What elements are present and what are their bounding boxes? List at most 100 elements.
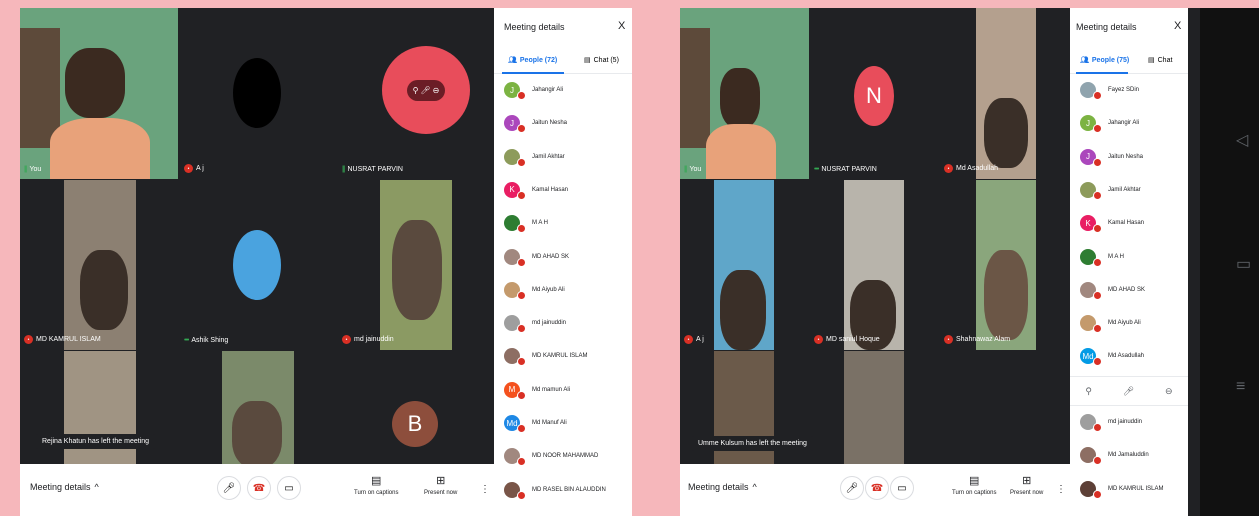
present-button[interactable]: ⊞ Present now <box>1010 474 1043 496</box>
mic-off-icon: • <box>944 164 953 173</box>
tab-people[interactable]: 👥︎ People (72) <box>508 56 557 65</box>
participant-row[interactable]: MD NOOR MAHAMMAD <box>504 448 598 467</box>
participant-row[interactable]: md jainuddin <box>504 315 566 334</box>
tile-name: Md Asadullah <box>956 165 999 172</box>
participant-name: Md Aiyub Ali <box>532 286 565 293</box>
home-icon[interactable]: ▭ <box>1236 254 1251 274</box>
video-tile-you[interactable]: ||| You <box>20 8 178 179</box>
participant-name: MD AHAD SK <box>532 253 570 260</box>
chat-icon: ▤ <box>584 57 591 64</box>
participant-row[interactable]: Md Aiyub Ali <box>1080 315 1141 334</box>
meeting-details-button[interactable]: Meeting details ^ <box>30 482 99 492</box>
microphone-button[interactable]: 🎤︎ <box>840 476 864 500</box>
tab-chat[interactable]: ▤ Chat (5) <box>584 56 619 65</box>
tab-underline <box>502 72 564 74</box>
participant-row[interactable]: J Jahangir Ali <box>1080 115 1139 134</box>
participant-row[interactable]: M A H <box>504 215 548 234</box>
participant-row[interactable]: MD KAMRUL ISLAM <box>504 348 587 367</box>
present-icon: ⊞ <box>436 475 446 487</box>
participant-row[interactable]: Md Md Manuf Ali <box>504 415 567 433</box>
participant-row[interactable]: J Jahangir Ali <box>504 82 563 100</box>
video-tile-nusrat[interactable]: ⚲ 🎤︎ ⊖ ||| NUSRAT PARVIN <box>338 8 494 179</box>
participant-row[interactable]: MD AHAD SK <box>504 248 570 267</box>
participant-row[interactable]: Md Aiyub Ali <box>504 281 565 300</box>
captions-button[interactable]: ▤ Turn on captions <box>952 474 996 496</box>
participant-row[interactable]: K Kamal Hasan <box>1080 215 1145 234</box>
participant-row[interactable]: J Jaitun Nesha <box>1080 148 1143 167</box>
video-tile-aj[interactable]: • A j <box>180 8 336 179</box>
participant-name: Md Jamaluddin <box>1108 452 1149 459</box>
participant-row[interactable]: Jamil Akhtar <box>504 148 565 167</box>
participant-row[interactable]: md jainuddin <box>1080 414 1143 432</box>
recents-icon[interactable]: ≡ <box>1236 378 1245 396</box>
mute-icon[interactable]: 🎤︎ <box>1123 386 1134 397</box>
participant-row[interactable]: M Md mamun Ali <box>504 381 570 400</box>
remove-icon[interactable]: ⊖ <box>1165 386 1173 397</box>
participant-row[interactable]: MD RASEL BIN ALAUDDIN <box>504 481 606 500</box>
leave-call-button[interactable]: ☎ <box>247 476 271 500</box>
avatar <box>233 58 281 128</box>
camera-button[interactable]: ▭ <box>277 476 301 500</box>
participant-row[interactable]: M A H <box>1080 248 1124 267</box>
participant-name: MD AHAD SK <box>1108 286 1146 293</box>
captions-icon: ▤ <box>371 475 382 487</box>
participant-row[interactable]: MD AHAD SK <box>1080 281 1146 300</box>
video-tile-jainuddin[interactable]: • md jainuddin <box>338 180 494 350</box>
participant-name: Kamal Hasan <box>1108 220 1145 227</box>
chevron-up-icon: ^ <box>94 482 99 492</box>
participant-row[interactable]: Md Md Asadullah <box>1080 348 1144 367</box>
mic-off-icon <box>1093 124 1102 134</box>
meeting-details-button[interactable]: Meeting details ^ <box>688 482 757 492</box>
participant-row[interactable]: Md Jamaluddin <box>1080 447 1149 466</box>
video-tile-ashik[interactable]: ••• Ashik Shing <box>180 180 336 350</box>
remove-icon[interactable]: ⊖ <box>433 86 440 95</box>
video-tile-asadullah[interactable]: • Md Asadullah <box>940 8 1070 179</box>
participant-row[interactable]: MD KAMRUL ISLAM <box>1080 480 1163 499</box>
captions-button[interactable]: ▤ Turn on captions <box>354 474 398 496</box>
back-icon[interactable]: ◁ <box>1236 130 1248 150</box>
camera-button[interactable]: ▭ <box>890 476 914 500</box>
mic-off-icon <box>517 124 526 134</box>
video-tile-you[interactable]: ||| You <box>680 8 809 179</box>
tab-chat[interactable]: ▤ Chat <box>1148 56 1172 65</box>
mute-icon[interactable]: 🎤︎ <box>421 86 431 95</box>
video-tile-b[interactable]: B <box>338 351 494 468</box>
pin-icon[interactable]: ⚲ <box>413 86 419 95</box>
participant-name: md jainuddin <box>1108 419 1143 425</box>
tab-people[interactable]: 👥︎ People (75) <box>1080 56 1129 65</box>
video-tile-aj[interactable]: • A j <box>680 180 809 350</box>
hangup-icon: ☎ <box>870 482 884 494</box>
mic-off-icon <box>517 457 526 467</box>
close-panel-button[interactable]: X <box>618 20 625 32</box>
video-tile-nusrat[interactable]: N ••• NUSRAT PARVIN <box>810 8 938 179</box>
captions-label: Turn on captions <box>354 490 399 496</box>
more-options-icon[interactable]: ⋮ <box>1056 484 1066 495</box>
mic-off-icon <box>517 290 526 300</box>
present-button[interactable]: ⊞ Present now <box>424 474 457 496</box>
video-tile-saniul[interactable]: • MD saniul Hoque <box>810 180 938 350</box>
close-panel-button[interactable]: X <box>1174 20 1181 32</box>
panel-tabs: 👥︎ People (72) ▤ Chat (5) <box>494 54 632 74</box>
panel-tabs: 👥︎ People (75) ▤ Chat <box>1070 54 1188 74</box>
mic-off-icon: • <box>814 335 823 344</box>
pin-icon[interactable]: ⚲ <box>1085 386 1092 397</box>
participant-row[interactable]: K Kamal Hasan <box>504 181 568 200</box>
mic-off-icon <box>1093 190 1102 200</box>
left-meeting-toast: Rejina Khatun has left the meeting <box>36 434 156 449</box>
microphone-button[interactable]: 🎤︎ <box>217 476 241 500</box>
video-tile-7[interactable] <box>20 351 178 468</box>
video-tile-8[interactable] <box>180 351 336 468</box>
mic-off-icon <box>517 324 526 334</box>
tile-name: A j <box>696 336 704 343</box>
video-tile-9[interactable] <box>940 351 1070 468</box>
tile-name: Ashik Shing <box>191 337 229 344</box>
video-tile-kamrul[interactable]: • MD KAMRUL ISLAM <box>20 180 178 350</box>
participant-row[interactable]: Fayez SDin <box>1080 82 1139 100</box>
participant-row[interactable]: Jamil Akhtar <box>1080 181 1141 200</box>
participant-row[interactable]: J Jaitun Nesha <box>504 115 567 134</box>
meet-screenshot-right: ||| You N ••• NUSRAT PARVIN • Md Asadullah … <box>680 8 1200 516</box>
leave-call-button[interactable]: ☎ <box>865 476 889 500</box>
video-tile-8[interactable] <box>810 351 938 468</box>
more-options-icon[interactable]: ⋮ <box>480 484 490 495</box>
video-tile-shahnawaz[interactable]: • Shahnawaz Alam <box>940 180 1070 350</box>
